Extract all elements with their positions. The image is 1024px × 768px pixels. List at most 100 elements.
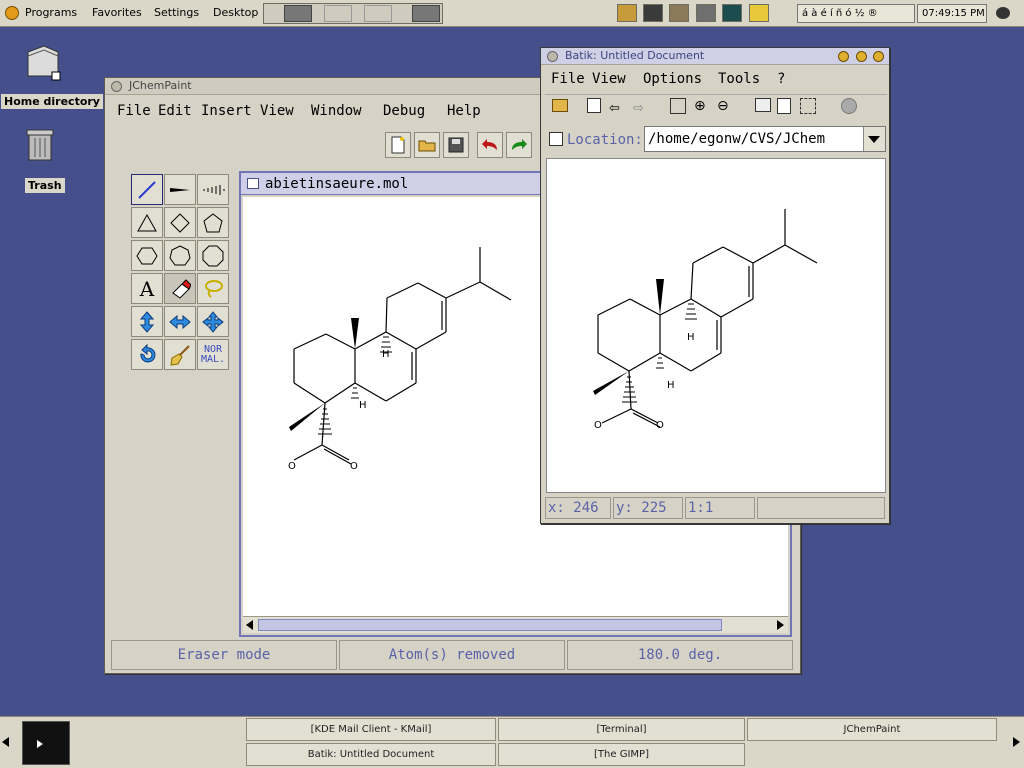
pentagon-ring-tool[interactable]: [197, 207, 229, 238]
move-all-tool[interactable]: [197, 306, 229, 337]
batik-menu-options[interactable]: Options: [643, 71, 702, 87]
zoom-in-icon[interactable]: ⊕: [694, 98, 706, 114]
jcp-o-atom-1[interactable]: O: [288, 461, 296, 472]
pager-desk-2[interactable]: [324, 5, 352, 22]
task-terminal[interactable]: [Terminal]: [498, 718, 745, 741]
forward-arrow-icon[interactable]: ⇨: [633, 101, 644, 116]
move-vertical-tool[interactable]: [131, 306, 163, 337]
minimize-icon[interactable]: [838, 51, 849, 62]
panel-hide-right-icon[interactable]: [1013, 737, 1020, 747]
xmms-play-icon[interactable]: [37, 740, 43, 748]
keyboard-chars[interactable]: á à é í ñ ó ½ ®: [797, 4, 915, 23]
launcher-tools-icon[interactable]: [617, 4, 637, 22]
task-gimp[interactable]: [The GIMP]: [498, 743, 745, 766]
jcp-menu-window[interactable]: Window: [311, 103, 362, 119]
jcp-menu-help[interactable]: Help: [447, 103, 481, 119]
trash-icon[interactable]: [24, 126, 56, 164]
heptagon-ring-tool[interactable]: [164, 240, 196, 271]
new-file-button[interactable]: [385, 132, 411, 158]
jcp-menu-file[interactable]: File: [117, 103, 151, 119]
pager-desk-4[interactable]: [412, 5, 440, 22]
task-jchempaint[interactable]: JChemPaint: [747, 718, 997, 741]
redo-button[interactable]: [506, 132, 532, 158]
triangle-ring-tool[interactable]: [131, 207, 163, 238]
launcher-terminal-icon[interactable]: [643, 4, 663, 22]
menu-desktop[interactable]: Desktop: [213, 6, 258, 19]
maximize-icon[interactable]: [856, 51, 867, 62]
wedge-bond-tool[interactable]: [164, 174, 196, 205]
scroll-right-arrow-icon[interactable]: [777, 620, 784, 630]
trash-label[interactable]: Trash: [25, 178, 65, 193]
bug-icon[interactable]: [996, 7, 1010, 19]
batik-window: Batik: Untitled Document File View Optio…: [540, 47, 890, 524]
cleanup-broom-tool[interactable]: [164, 339, 196, 370]
jcp-menu-insert[interactable]: Insert: [201, 103, 252, 119]
pager-desk-1[interactable]: [284, 5, 312, 22]
home-directory-label[interactable]: Home directory: [1, 94, 103, 109]
zoom-fit-icon[interactable]: [670, 98, 686, 114]
close-icon[interactable]: [873, 51, 884, 62]
window-title: JChemPaint: [129, 79, 192, 92]
single-bond-tool[interactable]: [131, 174, 163, 205]
move-horizontal-tool[interactable]: [164, 306, 196, 337]
jcp-o-atom-2[interactable]: O: [350, 461, 358, 472]
task-kmail[interactable]: [KDE Mail Client - KMail]: [246, 718, 496, 741]
eraser-tool[interactable]: [164, 273, 196, 304]
location-input[interactable]: /home/egonw/CVS/JChem: [644, 126, 886, 152]
gnome-foot-icon[interactable]: [5, 6, 19, 20]
xmms-applet[interactable]: [22, 721, 70, 765]
home-directory-icon[interactable]: [24, 42, 64, 82]
batik-titlebar[interactable]: Batik: Untitled Document: [541, 48, 889, 65]
status-mode: Eraser mode: [111, 640, 337, 670]
jcp-h-atom-2[interactable]: H: [359, 400, 367, 411]
octagon-ring-tool[interactable]: [197, 240, 229, 271]
find-icon[interactable]: [755, 98, 771, 112]
menu-favorites[interactable]: Favorites: [92, 6, 142, 19]
dom-tree-icon[interactable]: [800, 98, 816, 114]
batik-menu-view[interactable]: View: [592, 71, 626, 87]
batik-menu-tools[interactable]: Tools: [718, 71, 760, 87]
menu-settings[interactable]: Settings: [154, 6, 199, 19]
window-menu-icon[interactable]: [547, 51, 558, 62]
normal-mode-tool[interactable]: NOR MAL.: [197, 339, 229, 370]
rotate-tool[interactable]: [131, 339, 163, 370]
element-symbol-tool[interactable]: A: [131, 273, 163, 304]
batik-menu-file[interactable]: File: [551, 71, 585, 87]
pager[interactable]: [263, 3, 443, 24]
jcp-menu-view[interactable]: View: [260, 103, 294, 119]
open-folder-icon[interactable]: [552, 99, 568, 112]
batik-menu-help[interactable]: ?: [777, 71, 785, 87]
task-batik[interactable]: Batik: Untitled Document: [246, 743, 496, 766]
lasso-tool[interactable]: [197, 273, 229, 304]
batik-o-atom-2: O: [656, 420, 664, 431]
panel-hide-left-icon[interactable]: [2, 737, 9, 747]
hexagon-ring-tool[interactable]: [131, 240, 163, 271]
save-file-button[interactable]: [443, 132, 469, 158]
window-menu-icon[interactable]: [111, 81, 122, 92]
back-arrow-icon[interactable]: ⇦: [609, 101, 620, 116]
launcher-files-icon[interactable]: [669, 4, 689, 22]
launcher-netscape-icon[interactable]: [722, 4, 742, 22]
dropdown-arrow-icon[interactable]: [868, 136, 880, 143]
menu-programs[interactable]: Programs: [25, 6, 77, 19]
batik-svg-canvas[interactable]: H H O O: [546, 158, 886, 493]
zoom-out-icon[interactable]: ⊖: [717, 98, 729, 114]
doc-title: abietinsaeure.mol: [265, 176, 409, 192]
scroll-left-arrow-icon[interactable]: [246, 620, 253, 630]
square-ring-tool[interactable]: [164, 207, 196, 238]
help-doc-icon[interactable]: [777, 98, 791, 114]
open-file-button[interactable]: [414, 132, 440, 158]
jcp-menu-debug[interactable]: Debug: [383, 103, 425, 119]
launcher-help-icon[interactable]: [749, 4, 769, 22]
stop-icon[interactable]: [841, 98, 857, 114]
undo-button[interactable]: [477, 132, 503, 158]
doc-horizontal-scrollbar[interactable]: [243, 616, 788, 633]
jcp-menu-edit[interactable]: Edit: [158, 103, 192, 119]
reload-icon[interactable]: [587, 98, 601, 113]
pager-desk-3[interactable]: [364, 5, 392, 22]
hash-bond-tool[interactable]: [197, 174, 229, 205]
launcher-drive-icon[interactable]: [696, 4, 716, 22]
scroll-thumb[interactable]: [258, 619, 722, 631]
doc-window-icon[interactable]: [247, 178, 259, 189]
jcp-h-atom-1[interactable]: H: [382, 349, 390, 360]
